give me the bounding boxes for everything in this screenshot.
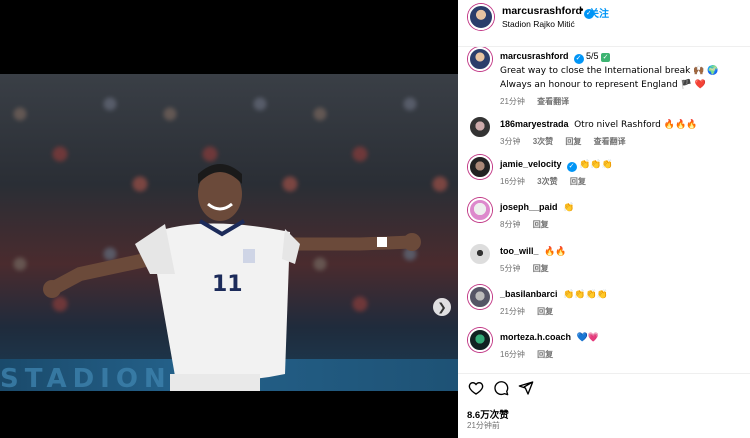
comment-username[interactable]: too_will_ <box>500 246 539 256</box>
comment-avatar[interactable] <box>468 198 492 222</box>
comment-avatar[interactable] <box>468 285 492 309</box>
comment-likes[interactable]: 3次赞 <box>537 177 557 186</box>
comment-time: 21分钟 <box>500 307 525 316</box>
reply-button[interactable]: 回复 <box>533 264 549 273</box>
comment-meta: 16分钟 3次赞 回复 <box>500 175 740 188</box>
caption-text: Great way to close the International bre… <box>500 66 719 90</box>
location-link[interactable]: Stadion Rajko Mitić <box>502 19 575 29</box>
comment-body: jamie_velocity ✓ 👏👏👏 16分钟 3次赞 回复 <box>500 158 740 188</box>
verified-badge-icon: ✓ <box>573 54 584 64</box>
comment-text: 👏👏👏👏 <box>563 290 608 300</box>
comment-avatar[interactable] <box>468 328 492 352</box>
jersey-number: 11 <box>212 272 243 297</box>
comment-text: 💙💗 <box>576 333 599 343</box>
reply-button[interactable]: 回复 <box>570 177 586 186</box>
comments-list[interactable]: marcusrashford ✓ 5/5 ✓ Great way to close… <box>458 47 750 373</box>
comment-text: 👏👏👏 <box>579 160 613 170</box>
player-figure <box>43 164 421 391</box>
comment-body: joseph__paid 👏 8分钟 回复 <box>500 201 740 231</box>
comment-time: 8分钟 <box>500 220 521 229</box>
comment-body: morteza.h.coach 💙💗 16分钟 回复 <box>500 331 740 361</box>
comment-username[interactable]: jamie_velocity <box>500 159 562 169</box>
caption-counter: 5/5 <box>586 51 599 61</box>
reply-button[interactable]: 回复 <box>533 220 549 229</box>
comment-body: _basilanbarci 👏👏👏👏 21分钟 回复 <box>500 288 740 318</box>
caption-time: 21分钟 <box>500 97 525 106</box>
separator-dot: • <box>580 5 584 16</box>
comment-username[interactable]: joseph__paid <box>500 202 558 212</box>
comment-time: 5分钟 <box>500 264 521 273</box>
comment-username[interactable]: _basilanbarci <box>500 289 558 299</box>
comment-meta: 16分钟 回复 <box>500 348 740 361</box>
comment-text: Otro nivel Rashford 🔥🔥🔥 <box>574 120 698 130</box>
comment-icon[interactable] <box>493 380 509 396</box>
comment-meta: 8分钟 回复 <box>500 218 740 231</box>
comment-avatar[interactable] <box>468 155 492 179</box>
comment-text: 👏 <box>563 203 575 213</box>
caption-meta: 21分钟 查看翻译 <box>500 95 740 108</box>
post-details-panel: marcusrashford ✓ • 关注 Stadion Rajko Mitić… <box>458 0 750 438</box>
comment-avatar[interactable] <box>468 242 492 266</box>
caption-avatar[interactable] <box>468 47 492 71</box>
comment-time: 3分钟 <box>500 137 521 146</box>
comment-body: too_will_ 🔥🔥 5分钟 回复 <box>500 245 740 275</box>
follow-button[interactable]: 关注 <box>589 5 609 20</box>
post-header: marcusrashford ✓ • 关注 Stadion Rajko Mitić <box>458 0 750 47</box>
comment-time: 16分钟 <box>500 350 525 359</box>
comment-meta: 21分钟 回复 <box>500 305 740 318</box>
share-icon[interactable] <box>518 380 534 396</box>
comment-body: 186maryestrada Otro nivel Rashford 🔥🔥🔥 3… <box>500 118 740 148</box>
post-actions: 8.6万次赞 21分钟前 <box>458 373 750 438</box>
translate-link[interactable]: 查看翻译 <box>594 137 626 146</box>
reply-button[interactable]: 回复 <box>537 350 553 359</box>
caption-username[interactable]: marcusrashford <box>500 51 569 61</box>
comment-meta: 5分钟 回复 <box>500 262 740 275</box>
verified-badge-icon: ✓ <box>566 162 577 172</box>
checkmark-icon: ✓ <box>601 53 611 62</box>
post-media: STADION 11 ❯ <box>0 0 458 438</box>
author-username-text[interactable]: marcusrashford <box>502 5 582 17</box>
chevron-right-icon: ❯ <box>437 301 447 314</box>
next-slide-button[interactable]: ❯ <box>433 298 451 316</box>
reply-button[interactable]: 回复 <box>565 137 581 146</box>
post-photo[interactable]: STADION 11 ❯ <box>0 74 458 391</box>
comment-likes[interactable]: 3次赞 <box>533 137 553 146</box>
like-count[interactable]: 8.6万次赞 <box>467 407 509 421</box>
caption-body: marcusrashford ✓ 5/5 ✓ Great way to close… <box>500 50 740 108</box>
post-time: 21分钟前 <box>467 421 500 430</box>
comment-meta: 3分钟 3次赞 回复 查看翻译 <box>500 135 740 148</box>
comment-username[interactable]: 186maryestrada <box>500 119 569 129</box>
caption-translate-link[interactable]: 查看翻译 <box>537 97 569 106</box>
reply-button[interactable]: 回复 <box>537 307 553 316</box>
comment-text: 🔥🔥 <box>544 247 567 257</box>
heart-icon[interactable] <box>468 380 484 396</box>
comment-avatar[interactable] <box>468 115 492 139</box>
comment-time: 16分钟 <box>500 177 525 186</box>
author-avatar[interactable] <box>468 4 494 30</box>
comment-username[interactable]: morteza.h.coach <box>500 332 571 342</box>
